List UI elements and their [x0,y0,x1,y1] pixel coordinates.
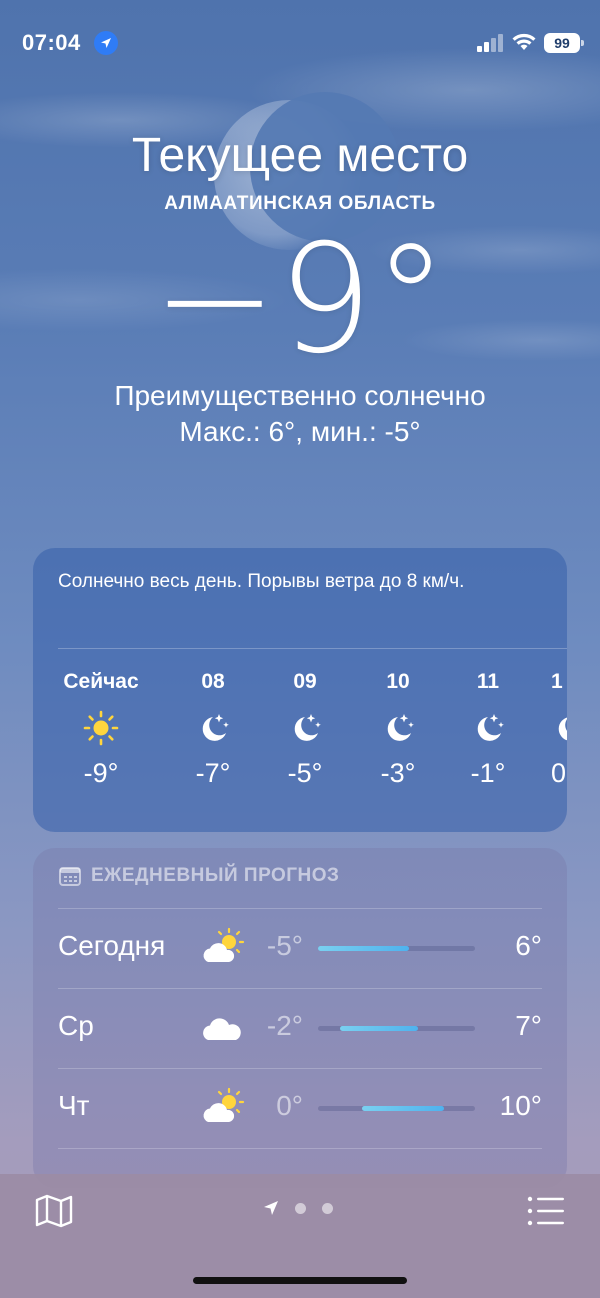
temperature-range-bar [318,1026,475,1031]
moon-stars-icon [165,698,261,758]
map-icon[interactable] [34,1193,74,1229]
daily-forecast-header: ЕЖЕДНЕВНЫЙ ПРОГНОЗ [59,865,339,887]
hour-temperature: -3° [380,758,416,788]
hour-temperature: -1° [470,758,506,788]
moon-stars-icon [440,698,536,758]
location-region: АЛМААТИНСКАЯ ОБЛАСТЬ [164,193,436,214]
hour-temperature: -7° [195,758,231,788]
daily-row[interactable]: Сегодня -5° 6° [58,908,542,988]
hour-temperature: -9° [83,758,119,788]
hour-label: 1 [551,670,563,693]
hour-item: 10 -3° [350,670,446,789]
hourly-forecast-card[interactable]: Солнечно весь день. Порывы ветра до 8 км… [33,548,567,832]
hour-label: Сейчас [63,670,139,693]
day-name: Ср [58,1010,94,1041]
temperature-range-fill [339,1026,419,1031]
day-low: -2° [266,1010,303,1041]
calendar-icon [59,867,81,886]
battery-level: 99 [554,35,570,51]
page-indicator[interactable] [263,1200,333,1216]
temperature-range-bar [318,946,475,951]
hour-temperature: 0 [551,758,567,788]
day-low: -5° [266,930,303,961]
day-name: Чт [58,1090,90,1121]
day-high: 6° [515,930,542,961]
daily-row[interactable]: Чт 0° 10° [58,1068,542,1148]
day-name: Сегодня [58,930,166,961]
hour-item: 09 -5° [257,670,353,789]
wifi-icon [512,33,536,50]
hour-item: 1 0 [531,670,567,789]
hour-item: 11 -1° [440,670,536,789]
day-high: 7° [515,1010,542,1041]
current-condition: Преимущественно солнечно [114,380,486,411]
status-bar: 07:04 99 [0,0,600,90]
hour-label: 11 [476,670,500,693]
location-title: Текущее место [131,129,469,182]
partly-sunny-icon [203,1087,245,1122]
day-low: 0° [276,1090,303,1121]
hour-label: 09 [293,670,317,693]
home-indicator[interactable] [193,1277,407,1284]
hour-temperature: -5° [287,758,323,788]
forecast-summary: Солнечно весь день. Порывы ветра до 8 км… [58,571,465,592]
temperature-range-fill [318,946,410,951]
page-dot[interactable] [295,1202,306,1214]
temperature-range-bar [318,1106,475,1111]
daily-row[interactable]: Ср -2° 7° [58,988,542,1068]
high-low-temperature: Макс.: 6°, мин.: -5° [179,416,421,447]
daily-forecast-title: ЕЖЕДНЕВНЫЙ ПРОГНОЗ [91,865,340,886]
temperature-range-fill [361,1106,444,1111]
day-high: 10° [499,1090,542,1121]
location-arrow-icon [94,31,118,55]
hour-item: 08 -7° [165,670,261,789]
status-time: 07:04 [22,30,81,55]
location-arrow-icon [264,1201,278,1215]
cloud-icon [203,1018,241,1040]
battery-icon: 99 [544,33,584,53]
hour-label: 10 [386,670,410,693]
hour-item: Сейчас -9° [53,670,149,789]
partly-sunny-icon [203,927,245,962]
divider [58,648,567,649]
sun-icon [53,698,149,758]
moon-stars-icon [257,698,353,758]
moon-stars-icon [551,698,567,758]
hour-label: 08 [201,670,225,693]
page-dot[interactable] [322,1202,333,1214]
current-temperature: −9° [151,213,449,387]
list-icon[interactable] [527,1195,565,1227]
cellular-signal-icon [477,34,503,52]
moon-stars-icon [350,698,446,758]
daily-forecast-card[interactable]: ЕЖЕДНЕВНЫЙ ПРОГНОЗ Сегодня -5° 6° Ср -2°… [33,848,567,1188]
divider [58,1148,542,1149]
